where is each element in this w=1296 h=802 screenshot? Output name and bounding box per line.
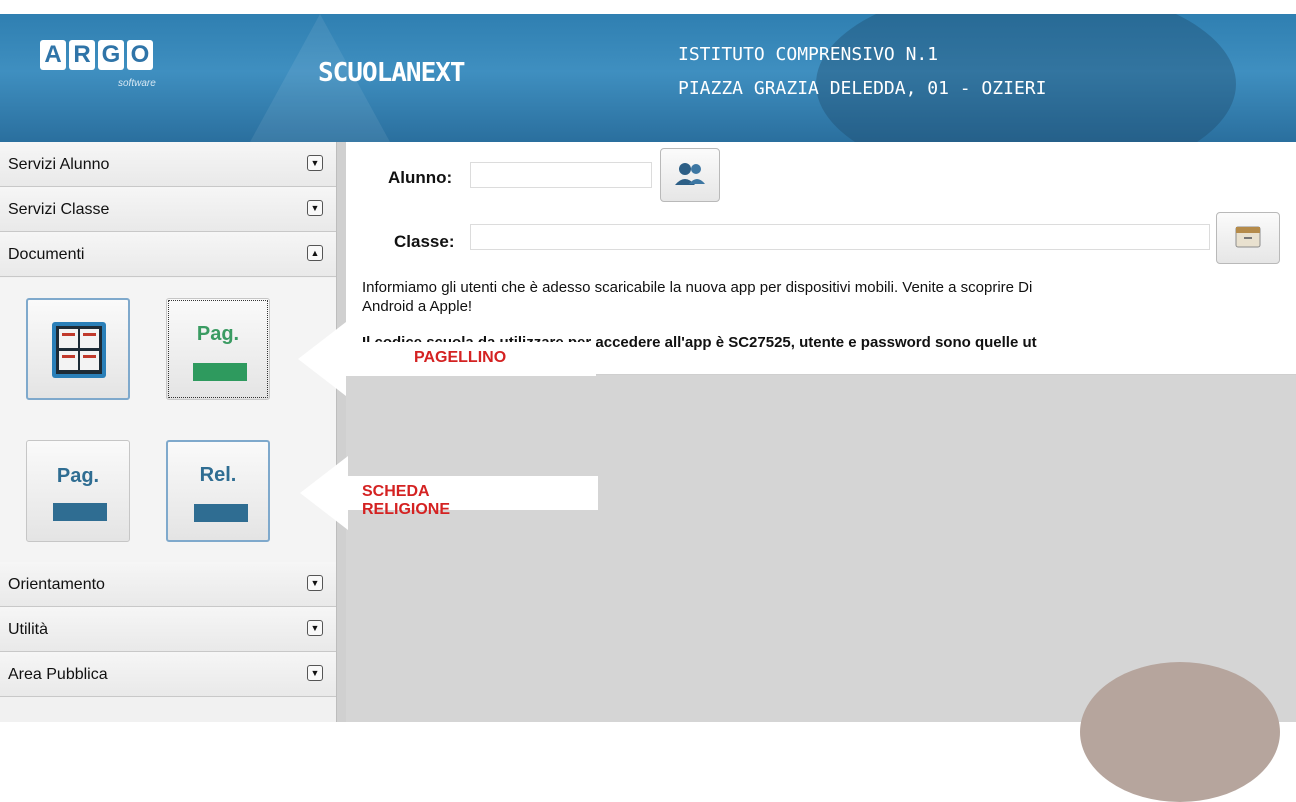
logo-letter: O <box>127 40 153 70</box>
select-student-button[interactable] <box>660 148 720 202</box>
documents-grid-icon <box>52 322 106 378</box>
logo-subtitle: software <box>118 78 156 89</box>
arrow-head-icon <box>300 456 348 530</box>
info-line: Android a Apple! <box>362 298 473 315</box>
logo-letter: G <box>98 40 124 70</box>
school-address: PIAZZA GRAZIA DELEDDA, 01 - OZIERI <box>678 78 1047 99</box>
school-name: ISTITUTO COMPRENSIVO N.1 <box>678 44 939 65</box>
expand-icon[interactable]: ▼ <box>307 200 323 216</box>
sidebar-item-label: Utilità <box>8 621 49 638</box>
select-class-button[interactable] <box>1216 212 1280 264</box>
brand-name: SCUOLANEXT <box>318 58 466 88</box>
sidebar-item-servizi-classe[interactable]: Servizi Classe ▼ <box>0 187 336 232</box>
users-icon <box>675 163 705 185</box>
arrow-head-icon <box>298 322 346 396</box>
annotation-label: SCHEDA RELIGIONE <box>362 483 451 518</box>
blue-bar-icon <box>194 504 248 522</box>
sidebar: Servizi Alunno ▼ Servizi Classe ▼ Docume… <box>0 142 337 722</box>
info-line: Informiamo gli utenti che è adesso scari… <box>362 279 1033 296</box>
grid-documents-tile[interactable] <box>26 298 130 400</box>
tile-label: Rel. <box>199 464 237 486</box>
folder-icon <box>1235 226 1261 248</box>
logo-letter: R <box>69 40 95 70</box>
pagellino-tile[interactable]: Pag. <box>166 298 270 400</box>
green-bar-icon <box>193 363 247 381</box>
sidebar-item-label: Area Pubblica <box>8 666 108 683</box>
alunno-field[interactable] <box>470 162 652 188</box>
annotation-label: PAGELLINO <box>414 349 507 366</box>
sidebar-item-area-pubblica[interactable]: Area Pubblica ▼ <box>0 652 336 697</box>
sidebar-item-label: Orientamento <box>8 576 105 593</box>
expand-icon[interactable]: ▼ <box>307 575 323 591</box>
app-header: ARGO software SCUOLANEXT ISTITUTO COMPRE… <box>0 14 1296 142</box>
blue-bar-icon <box>53 503 107 521</box>
tile-label: Pag. <box>196 323 240 345</box>
religione-tile[interactable]: Rel. <box>166 440 270 542</box>
documenti-panel: Pag. Pag. Rel. <box>0 278 336 562</box>
argo-logo[interactable]: ARGO software <box>40 40 156 89</box>
tile-label: Pag. <box>56 465 100 487</box>
sidebar-item-label: Servizi Alunno <box>8 156 110 173</box>
alunno-label: Alunno: <box>388 168 453 187</box>
expand-icon[interactable]: ▼ <box>307 155 323 171</box>
pagella-tile[interactable]: Pag. <box>26 440 130 542</box>
sidebar-item-documenti[interactable]: Documenti ▲ <box>0 232 336 277</box>
sidebar-item-utilita[interactable]: Utilità ▼ <box>0 607 336 652</box>
collapse-icon[interactable]: ▲ <box>307 245 323 261</box>
expand-icon[interactable]: ▼ <box>307 620 323 636</box>
sidebar-item-label: Documenti <box>8 246 85 263</box>
expand-icon[interactable]: ▼ <box>307 665 323 681</box>
sidebar-item-servizi-alunno[interactable]: Servizi Alunno ▼ <box>0 142 336 187</box>
classe-field[interactable] <box>470 224 1210 250</box>
background-decoration <box>1080 662 1280 802</box>
sidebar-item-label: Servizi Classe <box>8 201 110 218</box>
logo-letter: A <box>40 40 66 70</box>
sidebar-item-orientamento[interactable]: Orientamento ▼ <box>0 562 336 607</box>
info-message: Informiamo gli utenti che è adesso scari… <box>362 278 1282 316</box>
classe-label: Classe: <box>394 232 455 251</box>
